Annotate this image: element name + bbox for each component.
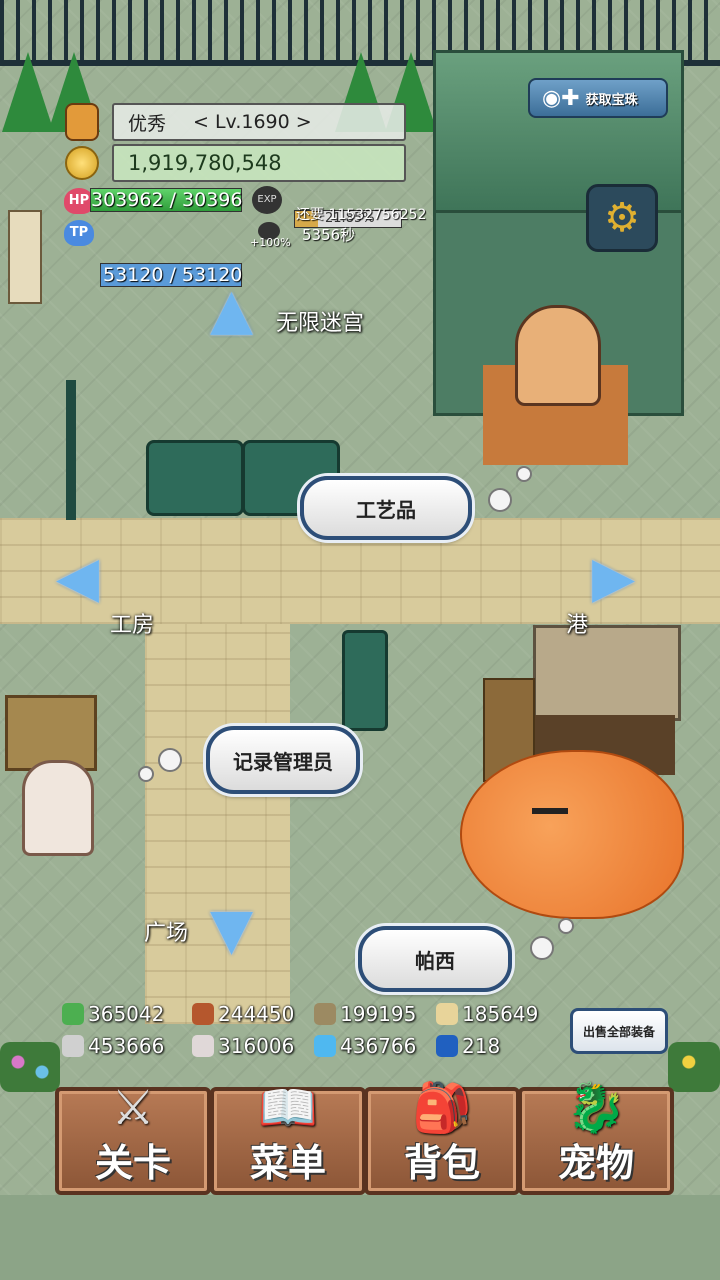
bench — [146, 440, 244, 516]
bubble-dot — [530, 936, 554, 960]
meat-icon — [192, 1003, 214, 1025]
resource-wood: 199195 — [314, 1002, 416, 1026]
hp-bar: 303962 / 30396 — [90, 188, 242, 212]
resource-value: 244450 — [218, 1002, 295, 1026]
menu-button[interactable]: 📖 菜单 — [210, 1080, 366, 1195]
vertical-road — [145, 624, 290, 1024]
get-orb-label: 获取宝珠 — [585, 92, 638, 108]
resource-panel: 365042 244450 199195 185649 453666 31600… — [62, 1000, 562, 1064]
bubble-dot — [558, 918, 574, 934]
bench — [342, 630, 388, 731]
gold-coin-icon — [65, 146, 99, 180]
pet-button[interactable]: 🐉 宠物 — [518, 1080, 674, 1195]
resource-orb: 218 — [436, 1034, 500, 1058]
muscle-npc[interactable] — [515, 305, 601, 406]
menu-label: 菜单 — [249, 1141, 326, 1185]
backpack-label: 背包 — [403, 1141, 480, 1185]
resource-value: 218 — [462, 1034, 501, 1058]
name-level-box: 优秀 < Lv.1690 > — [112, 103, 406, 141]
seed-icon — [436, 1003, 458, 1025]
bottom-ground — [0, 1195, 720, 1280]
resource-meat: 244450 — [192, 1002, 294, 1026]
resource-iron: 453666 — [62, 1034, 164, 1058]
tree-icon — [2, 52, 54, 132]
resource-stone: 316006 — [192, 1034, 294, 1058]
port-label[interactable]: 港 — [566, 607, 588, 639]
player-portrait-icon — [65, 103, 99, 141]
recorder-bubble[interactable]: 记录管理员 — [206, 726, 360, 794]
arrow-right-icon[interactable]: ▶ — [592, 550, 635, 606]
gold-amount: 1,919,780,548 — [128, 151, 282, 175]
arrow-down-icon[interactable]: ▼ — [210, 902, 253, 958]
sign-post — [8, 210, 42, 304]
flower-bed — [0, 1042, 60, 1092]
resource-value: 316006 — [218, 1034, 295, 1058]
flower-bed — [668, 1042, 720, 1092]
resource-value: 185649 — [462, 1002, 539, 1026]
settings-gear-icon[interactable]: ⚙ — [586, 184, 658, 252]
plaza-label[interactable]: 广场 — [144, 915, 188, 947]
street-lamp — [66, 380, 76, 520]
tp-heart-icon: TP — [64, 220, 94, 246]
orb-icon — [436, 1035, 458, 1057]
bubble-dot — [516, 466, 532, 482]
hp-text: 303962 / 30396 — [91, 189, 243, 211]
orb-plus-icon: ◉✚ — [542, 85, 580, 111]
bubble-dot — [158, 748, 182, 772]
wolf-npc[interactable] — [460, 750, 684, 919]
workshop-label[interactable]: 工房 — [110, 607, 154, 639]
backpack-button[interactable]: 🎒 背包 — [364, 1080, 520, 1195]
sell-all-button[interactable]: 出售全部装备 — [570, 1008, 668, 1054]
get-orb-button[interactable]: ◉✚ 获取宝珠 — [528, 78, 668, 118]
resource-seed: 185649 — [436, 1002, 538, 1026]
bubble-dot — [138, 766, 154, 782]
arrow-left-icon[interactable]: ◀ — [56, 550, 99, 606]
exp-bonus: +100% — [250, 236, 291, 249]
resource-herb: 365042 — [62, 1002, 164, 1026]
arrow-up-icon[interactable]: ▲ — [210, 282, 253, 338]
wolf-eye — [532, 808, 568, 814]
stage-button[interactable]: ⚔ 关卡 — [55, 1080, 211, 1195]
resource-value: 436766 — [340, 1034, 417, 1058]
player-name: 优秀 — [128, 112, 167, 135]
crossed-swords-icon: ⚔ — [111, 1080, 155, 1136]
stone-icon — [192, 1035, 214, 1057]
backpack-icon: 🎒 — [412, 1080, 472, 1136]
timer-text: 5356秒 — [302, 226, 356, 244]
gold-box: 1,919,780,548 — [112, 144, 406, 182]
stall-roof — [533, 625, 681, 721]
player-level: < Lv.1690 > — [193, 111, 312, 133]
crafts-bubble[interactable]: 工艺品 — [300, 476, 472, 540]
resource-value: 365042 — [88, 1002, 165, 1026]
herb-icon — [62, 1003, 84, 1025]
pet-label: 宠物 — [557, 1141, 634, 1185]
water-icon — [314, 1035, 336, 1057]
white-hat-npc[interactable] — [22, 760, 94, 856]
dragon-icon: 🐉 — [566, 1080, 626, 1136]
exp-remaining: 还要 11532756252 — [296, 207, 427, 223]
resource-water: 436766 — [314, 1034, 416, 1058]
resource-value: 199195 — [340, 1002, 417, 1026]
exp-icon: EXP — [252, 186, 282, 214]
resource-value: 453666 — [88, 1034, 165, 1058]
wood-icon — [314, 1003, 336, 1025]
iron-icon — [62, 1035, 84, 1057]
book-icon: 📖 — [258, 1080, 318, 1136]
bubble-dot — [488, 488, 512, 512]
percy-bubble[interactable]: 帕西 — [358, 926, 512, 992]
stage-label: 关卡 — [94, 1141, 171, 1185]
infinite-maze-label[interactable]: 无限迷宫 — [276, 305, 364, 337]
